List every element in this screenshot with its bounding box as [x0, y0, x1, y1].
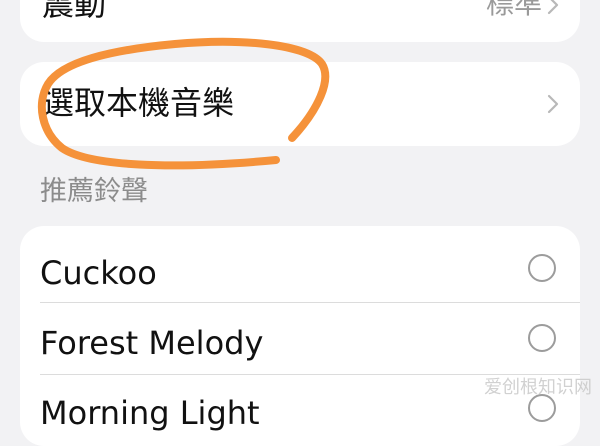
chevron-right-icon [546, 93, 560, 115]
vibration-label: 震動 [42, 0, 107, 23]
select-local-music-label: 選取本機音樂 [42, 84, 235, 122]
ringtone-label: Forest Melody [40, 324, 264, 362]
chevron-right-icon [546, 0, 560, 16]
ringtone-label: Morning Light [40, 394, 260, 432]
recommended-ringtones-title: 推薦鈴聲 [40, 176, 148, 207]
vibration-row[interactable]: 震動 標準 [20, 0, 580, 42]
ringtone-label: Cuckoo [40, 254, 157, 292]
vibration-value: 標準 [485, 0, 542, 20]
watermark-text: 爱创根知识网 [484, 377, 592, 398]
divider [40, 302, 580, 303]
radio-button[interactable] [528, 254, 556, 282]
ringtone-item-cuckoo[interactable]: Cuckoo [20, 234, 580, 306]
ringtone-item-forest-melody[interactable]: Forest Melody [20, 304, 580, 376]
ringtone-list: Cuckoo Forest Melody Morning Light [20, 226, 580, 446]
select-local-music-row[interactable]: 選取本機音樂 [20, 62, 580, 146]
radio-button[interactable] [528, 324, 556, 352]
